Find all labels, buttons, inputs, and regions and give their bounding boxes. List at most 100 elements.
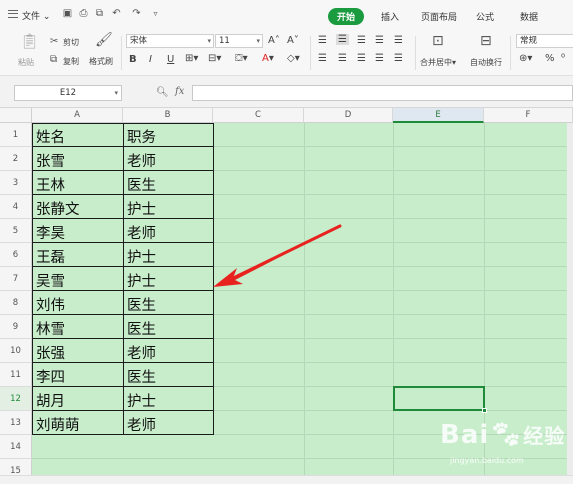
row-header-9[interactable]: 9 (0, 315, 32, 339)
clear-format-icon[interactable]: ◇▾ (287, 53, 300, 64)
copy-icon[interactable]: ⧉ (50, 54, 57, 66)
customize-toolbar-icon[interactable]: ▿ (150, 8, 161, 19)
cell-b13[interactable]: 老师 (123, 414, 156, 435)
cut-icon[interactable]: ✂ (50, 36, 58, 48)
align-left-icon[interactable]: ☰ (318, 53, 327, 64)
row-header-3[interactable]: 3 (0, 171, 32, 195)
cell-a9[interactable]: 林雪 (32, 318, 65, 339)
wrap-text-button[interactable]: 自动换行 (470, 57, 502, 68)
row-header-6[interactable]: 6 (0, 243, 32, 267)
align-center-icon[interactable]: ☰ (338, 53, 347, 64)
row-header-4[interactable]: 4 (0, 195, 32, 219)
row-header-12[interactable]: 12 (0, 387, 32, 411)
hamburger-icon[interactable] (8, 10, 18, 18)
cell-b12[interactable]: 护士 (123, 390, 156, 411)
row-header-14[interactable]: 14 (0, 435, 32, 459)
merge-center-icon[interactable]: ⊡ (432, 34, 444, 48)
cell-b9[interactable]: 医生 (123, 318, 156, 339)
row-header-7[interactable]: 7 (0, 267, 32, 291)
column-header-a[interactable]: A (32, 108, 123, 123)
cell-a8[interactable]: 刘伟 (32, 294, 65, 315)
cell-a2[interactable]: 张雪 (32, 150, 65, 171)
cell-a10[interactable]: 张强 (32, 342, 65, 363)
italic-button[interactable]: I (149, 54, 152, 65)
tab-page-layout[interactable]: 页面布局 (421, 10, 457, 23)
cell-a7[interactable]: 吴雪 (32, 270, 65, 291)
currency-icon[interactable]: ⊛▾ (519, 53, 532, 64)
wrap-text-icon[interactable]: ⊟ (480, 34, 492, 48)
copy-button[interactable]: 复制 (63, 56, 79, 67)
file-menu[interactable]: 文件 ⌄ (22, 9, 50, 22)
cell-a12[interactable]: 胡月 (32, 390, 65, 411)
cut-button[interactable]: 剪切 (63, 37, 79, 48)
formula-input[interactable] (192, 85, 573, 101)
font-color-icon[interactable]: A▾ (262, 53, 274, 64)
cell-a6[interactable]: 王磊 (32, 246, 65, 267)
paste-icon[interactable]: 📋︎ (20, 34, 39, 49)
print-preview-icon[interactable]: ⧉ (94, 8, 105, 19)
underline-button[interactable]: U (167, 54, 174, 65)
zoom-icon[interactable]: 🔍︎ (156, 87, 169, 98)
fill-color-icon[interactable]: ⛋▾ (235, 53, 248, 64)
save-icon[interactable]: ▣ (62, 8, 73, 19)
tab-home[interactable]: 开始 (328, 8, 365, 25)
cell-b5[interactable]: 老师 (123, 222, 156, 243)
row-header-5[interactable]: 5 (0, 219, 32, 243)
name-box[interactable]: E12 ▾ (14, 85, 122, 101)
row-header-8[interactable]: 8 (0, 291, 32, 315)
cell-b2[interactable]: 老师 (123, 150, 156, 171)
paste-button[interactable]: 粘贴 (18, 57, 34, 68)
bold-button[interactable]: B (129, 54, 137, 65)
column-header-e[interactable]: E (393, 108, 484, 123)
row-header-10[interactable]: 10 (0, 339, 32, 363)
vertical-scrollbar[interactable] (567, 123, 573, 475)
column-header-c[interactable]: C (213, 108, 304, 123)
align-right-icon[interactable]: ☰ (357, 53, 366, 64)
cell-a5[interactable]: 李昊 (32, 222, 65, 243)
cell-a4[interactable]: 张静文 (32, 198, 80, 219)
tab-data[interactable]: 数据 (520, 10, 538, 23)
outdent-icon[interactable]: ☰ (394, 35, 403, 46)
cell-a3[interactable]: 王林 (32, 174, 65, 195)
cell-style-icon[interactable]: ⊟▾ (208, 53, 221, 64)
redo-icon[interactable]: ↷ (131, 8, 142, 19)
align-middle-icon[interactable]: ☰ (336, 34, 349, 45)
print-icon[interactable]: ⎙ (78, 8, 89, 19)
cell-b8[interactable]: 医生 (123, 294, 156, 315)
borders-icon[interactable]: ⊞▾ (185, 53, 198, 64)
tab-formulas[interactable]: 公式 (476, 10, 494, 23)
row-header-2[interactable]: 2 (0, 147, 32, 171)
row-header-1[interactable]: 1 (0, 123, 32, 147)
horizontal-scrollbar[interactable] (0, 475, 573, 484)
cell-a11[interactable]: 李四 (32, 366, 65, 387)
font-size-select[interactable]: 11 ▾ (215, 34, 263, 48)
fill-handle[interactable] (482, 408, 487, 413)
number-format-select[interactable]: 常规 (516, 34, 573, 48)
decrease-font-icon[interactable]: A˅ (287, 35, 299, 46)
cell-b11[interactable]: 医生 (123, 366, 156, 387)
merge-center-button[interactable]: 合并居中▾ (420, 57, 456, 68)
cell-a1[interactable]: 姓名 (32, 126, 65, 147)
cell-b3[interactable]: 医生 (123, 174, 156, 195)
justify-icon[interactable]: ☰ (375, 53, 384, 64)
align-bottom-icon[interactable]: ☰ (357, 35, 366, 46)
cell-b1[interactable]: 职务 (123, 126, 156, 147)
cell-a13[interactable]: 刘萌萌 (32, 414, 80, 435)
cell-b7[interactable]: 护士 (123, 270, 156, 291)
column-header-b[interactable]: B (123, 108, 213, 123)
cell-b10[interactable]: 老师 (123, 342, 156, 363)
row-header-11[interactable]: 11 (0, 363, 32, 387)
tab-insert[interactable]: 插入 (381, 10, 399, 23)
select-all-corner[interactable] (0, 108, 32, 123)
column-header-d[interactable]: D (304, 108, 393, 123)
indent-icon[interactable]: ☰ (375, 35, 384, 46)
column-header-f[interactable]: F (484, 108, 573, 123)
distributed-icon[interactable]: ☰ (394, 53, 403, 64)
thousands-icon[interactable]: ⁰ (561, 53, 565, 64)
format-painter-icon[interactable]: 🖌︎ (95, 33, 113, 47)
font-name-select[interactable]: 宋体 ▾ (126, 34, 214, 48)
undo-icon[interactable]: ↶ (111, 8, 122, 19)
row-header-13[interactable]: 13 (0, 411, 32, 435)
fx-icon[interactable]: fx (175, 86, 184, 97)
format-painter-button[interactable]: 格式刷 (89, 56, 113, 67)
